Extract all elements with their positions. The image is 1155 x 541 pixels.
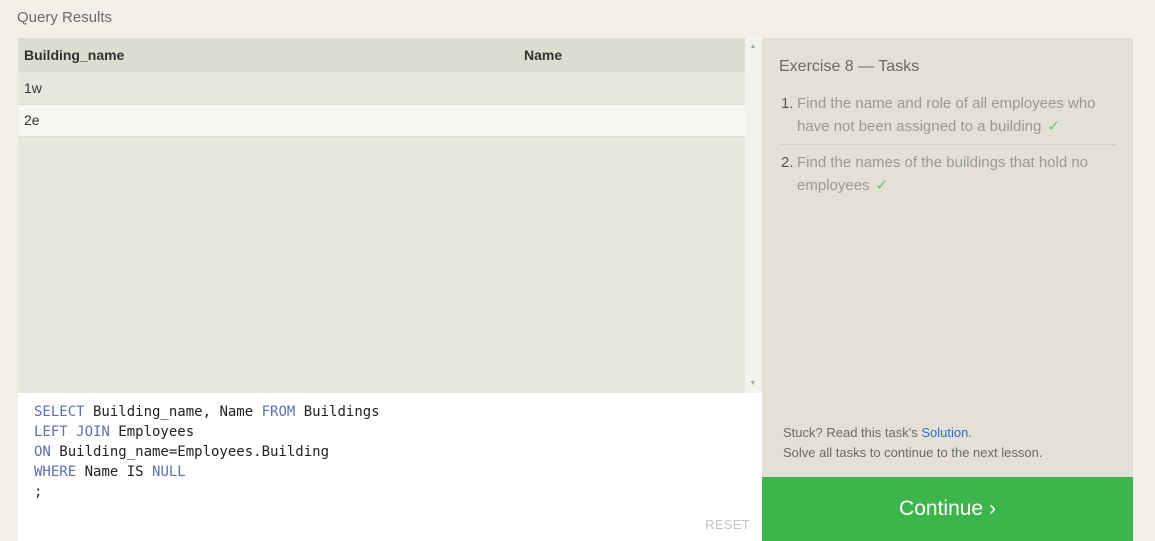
sql-keyword: WHERE [34,464,77,480]
table-row: 1w [18,72,745,105]
sql-editor[interactable]: SELECT Building_name, Name FROM Building… [18,393,762,541]
sql-keyword: NULL [152,464,186,480]
cell-building-name: 1w [18,72,518,105]
tasks-title: Exercise 8 — Tasks [779,58,920,75]
sql-text: ; [34,484,43,500]
code-line: ON Building_name=Employees.Building [34,442,762,462]
task-number: 1. [781,95,794,112]
sql-text: Building_name, Name [84,404,262,420]
code-line: SELECT Building_name, Name FROM Building… [34,402,762,422]
code-line: LEFT JOIN Employees [34,422,762,442]
cell-building-name: 2e [18,104,518,137]
results-table-panel: Building_name Name 1w 2e [18,38,745,393]
task-number: 2. [781,154,794,171]
task-list: 1. Find the name and role of all employe… [779,88,1116,203]
sql-keyword: FROM [261,404,296,420]
column-header-name: Name [518,38,745,72]
list-item: 2. Find the names of the buildings that … [779,144,1116,203]
sql-text: Employees [109,424,195,440]
help-prefix: Stuck? Read this task's [783,425,922,440]
help-line-2: Solve all tasks to continue to the next … [783,445,1043,460]
reset-button[interactable]: RESET [705,515,750,535]
table-row: 2e [18,104,745,137]
sql-text: Buildings [295,404,380,420]
help-text: Stuck? Read this task's Solution. Solve … [783,423,1042,463]
check-icon: ✓ [875,177,889,194]
sql-keyword: LEFT JOIN [34,424,110,440]
list-item: 1. Find the name and role of all employe… [779,88,1116,144]
query-results-title: Query Results [17,9,113,26]
sql-text: Building_name=Employees.Building [50,444,330,460]
scroll-down-arrow-icon[interactable]: ▼ [745,377,761,391]
sql-keyword: SELECT [34,404,85,420]
sql-keyword: ON [34,444,51,460]
sql-editor-lines: SELECT Building_name, Name FROM Building… [34,402,762,502]
column-header-building-name: Building_name [18,38,518,72]
results-table: Building_name Name 1w 2e [18,38,745,137]
scroll-up-arrow-icon[interactable]: ▲ [745,40,761,54]
cell-name [518,104,745,137]
code-line: WHERE Name IS NULL [34,462,762,482]
code-line: ; [34,482,762,502]
cell-name [518,72,745,105]
results-scrollbar[interactable]: ▲ ▼ [745,38,761,393]
sql-text: Name IS [76,464,153,480]
solution-link[interactable]: Solution [921,425,968,440]
task-text: Find the names of the buildings that hol… [797,154,1089,194]
results-header-row: Building_name Name [18,38,745,72]
help-suffix: . [968,425,972,440]
check-icon: ✓ [1047,118,1060,135]
tasks-panel: Exercise 8 — Tasks 1. Find the name and … [762,38,1133,477]
continue-button[interactable]: Continue › [762,477,1133,541]
